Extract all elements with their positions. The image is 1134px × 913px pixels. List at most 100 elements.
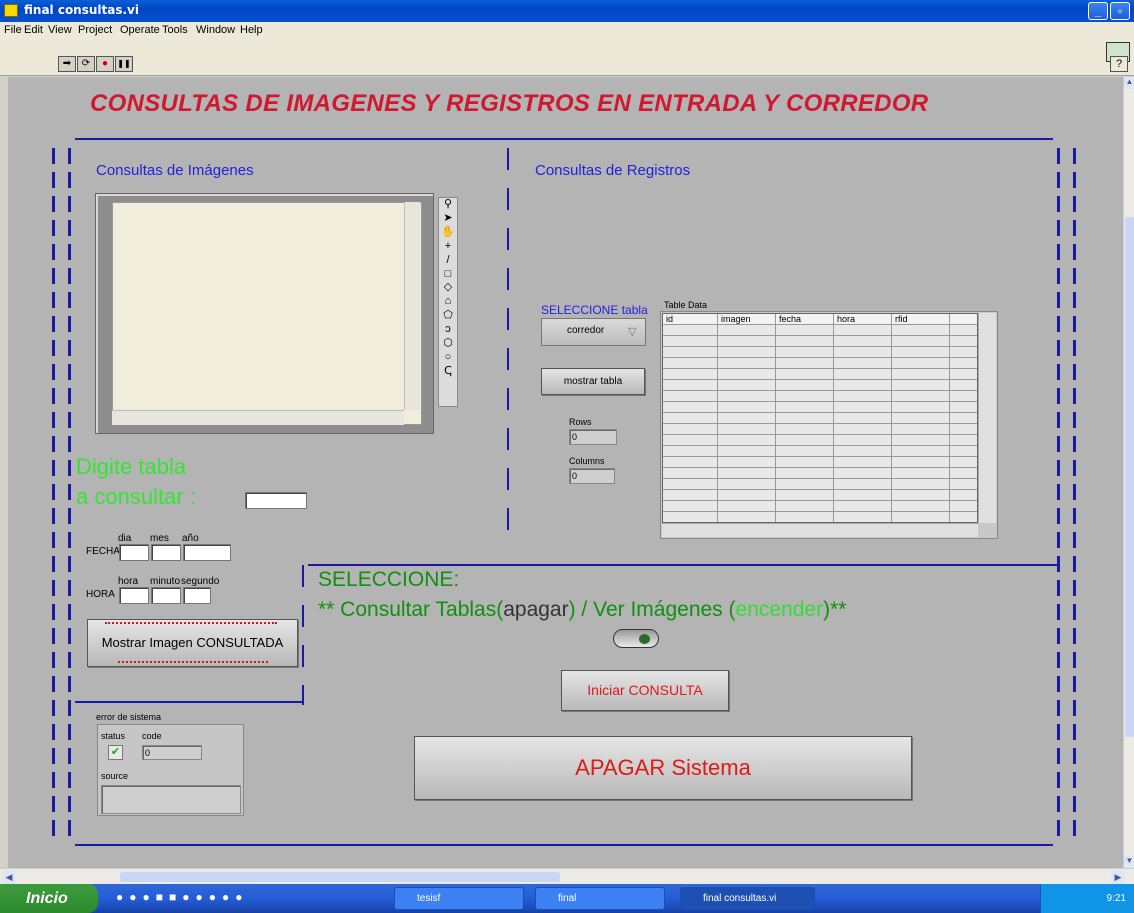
table-cell[interactable] — [834, 358, 892, 369]
table-cell[interactable] — [776, 424, 834, 435]
table-cell[interactable] — [892, 391, 950, 402]
table-cell[interactable] — [892, 402, 950, 413]
quick-launch-icons[interactable]: ●●●■■●●●●● — [116, 890, 336, 907]
table-cell[interactable] — [776, 391, 834, 402]
table-cell[interactable] — [892, 347, 950, 358]
table-cell[interactable] — [718, 468, 776, 479]
table-cell[interactable] — [950, 424, 977, 435]
table-cell[interactable] — [663, 501, 718, 512]
task-final-consultas[interactable]: final consultas.vi — [680, 887, 815, 910]
table-cell[interactable] — [663, 479, 718, 490]
pointer-icon[interactable]: ➤ — [439, 212, 457, 226]
table-cell[interactable] — [950, 347, 977, 358]
table-cell[interactable] — [718, 457, 776, 468]
table-cell[interactable] — [950, 391, 977, 402]
table-cell[interactable] — [834, 413, 892, 424]
table-cell[interactable] — [663, 446, 718, 457]
table-row[interactable] — [663, 424, 977, 435]
zoom-icon[interactable]: ⚲ — [439, 198, 457, 212]
table-cell[interactable] — [892, 457, 950, 468]
table-cell[interactable] — [718, 479, 776, 490]
image-horizontal-scrollbar[interactable] — [112, 410, 404, 425]
table-row[interactable] — [663, 391, 977, 402]
freehand-icon[interactable]: ↄ — [439, 323, 457, 337]
apagar-sistema-button[interactable]: APAGAR Sistema — [414, 736, 912, 800]
table-cell[interactable] — [718, 336, 776, 347]
task-final[interactable]: final — [535, 887, 665, 910]
table-cell[interactable] — [718, 358, 776, 369]
table-cell[interactable] — [663, 369, 718, 380]
table-cell[interactable] — [718, 391, 776, 402]
table-cell[interactable] — [834, 501, 892, 512]
table-cell[interactable] — [834, 490, 892, 501]
menu-window[interactable]: Window — [196, 24, 235, 36]
hora-input[interactable] — [119, 587, 149, 604]
table-cell[interactable] — [950, 325, 977, 336]
image-vertical-scrollbar[interactable] — [404, 202, 420, 410]
table-cell[interactable] — [892, 468, 950, 479]
table-cell[interactable] — [834, 336, 892, 347]
table-cell[interactable] — [834, 435, 892, 446]
anio-input[interactable] — [183, 544, 231, 561]
table-cell[interactable] — [663, 490, 718, 501]
tabla-ring-selector[interactable]: corredor ▽ — [541, 318, 646, 346]
table-cell[interactable] — [718, 325, 776, 336]
table-cell[interactable] — [892, 512, 950, 522]
annulus-icon[interactable]: ⌂ — [439, 295, 457, 309]
table-data[interactable]: id imagen fecha hora rfid — [662, 313, 978, 523]
table-cell[interactable] — [663, 413, 718, 424]
table-horizontal-scrollbar[interactable] — [662, 523, 978, 537]
table-cell[interactable] — [892, 325, 950, 336]
line-icon[interactable]: / — [439, 254, 457, 268]
table-cell[interactable] — [663, 435, 718, 446]
polygon-icon[interactable]: ⬠ — [439, 309, 457, 323]
table-cell[interactable] — [892, 369, 950, 380]
table-cell[interactable] — [776, 413, 834, 424]
table-row[interactable] — [663, 446, 977, 457]
point-icon[interactable]: + — [439, 240, 457, 254]
segundo-input[interactable] — [183, 587, 211, 604]
table-row[interactable] — [663, 512, 977, 522]
table-row[interactable] — [663, 347, 977, 358]
table-row[interactable] — [663, 325, 977, 336]
abort-execution-icon[interactable]: ● — [96, 56, 114, 72]
rectangle-icon[interactable]: □ — [439, 268, 457, 282]
mode-toggle-switch[interactable] — [613, 629, 659, 648]
tabla-input[interactable] — [245, 492, 307, 509]
scroll-thumb[interactable] — [1125, 217, 1134, 737]
table-cell[interactable] — [950, 369, 977, 380]
scroll-up-icon[interactable]: ▲ — [1124, 77, 1134, 89]
table-cell[interactable] — [776, 369, 834, 380]
pause-icon[interactable]: ❚❚ — [115, 56, 133, 72]
table-row[interactable] — [663, 435, 977, 446]
table-cell[interactable] — [834, 391, 892, 402]
picture-tools-palette[interactable]: ⚲ ➤ ✋ + / □ ◇ ⌂ ⬠ ↄ ⬡ ○ ↅ — [438, 197, 458, 407]
table-cell[interactable] — [834, 380, 892, 391]
table-cell[interactable] — [718, 446, 776, 457]
run-arrow-icon[interactable]: ➡ — [58, 56, 76, 72]
table-cell[interactable] — [663, 391, 718, 402]
table-cell[interactable] — [718, 413, 776, 424]
table-cell[interactable] — [663, 402, 718, 413]
table-cell[interactable] — [663, 336, 718, 347]
table-cell[interactable] — [950, 358, 977, 369]
table-cell[interactable] — [892, 336, 950, 347]
table-cell[interactable] — [950, 479, 977, 490]
table-cell[interactable] — [950, 402, 977, 413]
table-cell[interactable] — [776, 435, 834, 446]
table-cell[interactable] — [776, 457, 834, 468]
table-cell[interactable] — [776, 336, 834, 347]
table-row[interactable] — [663, 457, 977, 468]
start-button[interactable]: Inicio — [0, 884, 98, 913]
table-cell[interactable] — [834, 457, 892, 468]
table-cell[interactable] — [663, 380, 718, 391]
menu-operate[interactable]: Operate — [120, 24, 160, 36]
table-cell[interactable] — [776, 358, 834, 369]
table-cell[interactable] — [892, 446, 950, 457]
table-row[interactable] — [663, 501, 977, 512]
dia-input[interactable] — [119, 544, 149, 561]
table-cell[interactable] — [892, 479, 950, 490]
table-cell[interactable] — [834, 347, 892, 358]
table-cell[interactable] — [950, 413, 977, 424]
table-cell[interactable] — [892, 435, 950, 446]
